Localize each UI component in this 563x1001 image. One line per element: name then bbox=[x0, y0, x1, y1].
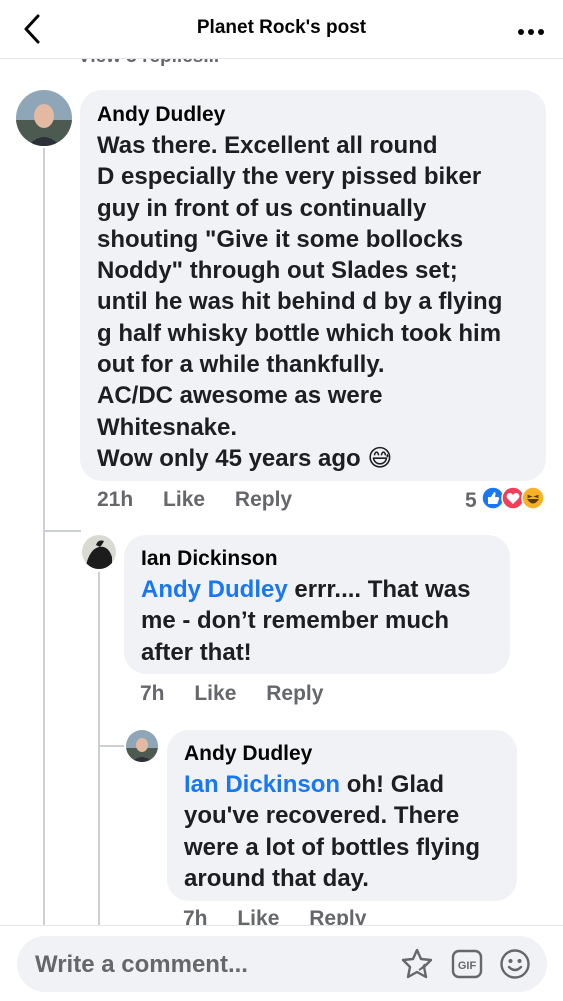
comment-time: 7h bbox=[140, 682, 165, 705]
comment-composer: Write a comment... GIF bbox=[0, 925, 563, 1001]
haha-reaction-icon bbox=[520, 486, 545, 515]
like-button[interactable]: Like bbox=[194, 682, 236, 705]
post-header: Planet Rock's post bbox=[0, 0, 563, 59]
gif-icon[interactable]: GIF bbox=[451, 949, 483, 984]
like-button[interactable]: Like bbox=[163, 488, 205, 511]
comment-input[interactable]: Write a comment... GIF bbox=[17, 936, 547, 992]
thread-connector bbox=[98, 745, 124, 747]
comment-bubble: Andy Dudley Was there. Excellent all rou… bbox=[80, 90, 546, 481]
thread-connector bbox=[43, 530, 81, 532]
mention-link[interactable]: Andy Dudley bbox=[141, 576, 288, 603]
comment-author[interactable]: Ian Dickinson bbox=[141, 544, 470, 574]
comment-placeholder: Write a comment... bbox=[35, 951, 248, 978]
reply-button[interactable]: Reply bbox=[235, 488, 292, 511]
sticker-icon[interactable] bbox=[399, 946, 435, 987]
avatar[interactable] bbox=[126, 730, 158, 762]
thread-line bbox=[43, 148, 45, 925]
comment-actions: 7h Like Reply bbox=[140, 682, 347, 706]
mention-link[interactable]: Ian Dickinson bbox=[184, 771, 340, 798]
comment-bubble: Ian Dickinson Andy Dudley errr.... That … bbox=[124, 535, 510, 674]
more-dots-icon[interactable] bbox=[517, 24, 545, 35]
avatar[interactable] bbox=[16, 90, 72, 146]
page-title: Planet Rock's post bbox=[196, 17, 367, 38]
emoji-icon[interactable] bbox=[499, 948, 531, 985]
reply-button[interactable]: Reply bbox=[266, 682, 323, 705]
comment-author[interactable]: Andy Dudley bbox=[184, 739, 480, 769]
sweat-smile-emoji: 😅 bbox=[367, 444, 393, 472]
reaction-count: 5 bbox=[465, 488, 477, 512]
comment-text: Andy Dudley errr.... That was me - don’t… bbox=[141, 576, 471, 666]
reaction-summary[interactable]: 5 bbox=[465, 486, 545, 515]
comment-actions: 21h Like Reply bbox=[97, 488, 316, 512]
comment-text: Ian Dickinson oh! Glad you've recovered.… bbox=[184, 771, 481, 892]
comment-author[interactable]: Andy Dudley bbox=[97, 100, 502, 130]
avatar[interactable] bbox=[82, 535, 116, 569]
svg-text:GIF: GIF bbox=[458, 960, 477, 972]
comment-bubble: Andy Dudley Ian Dickinson oh! Glad you'v… bbox=[167, 730, 517, 901]
comment-text: Was there. Excellent all round D especia… bbox=[97, 132, 503, 472]
thread-line bbox=[98, 572, 100, 925]
comment-time: 21h bbox=[97, 488, 134, 511]
